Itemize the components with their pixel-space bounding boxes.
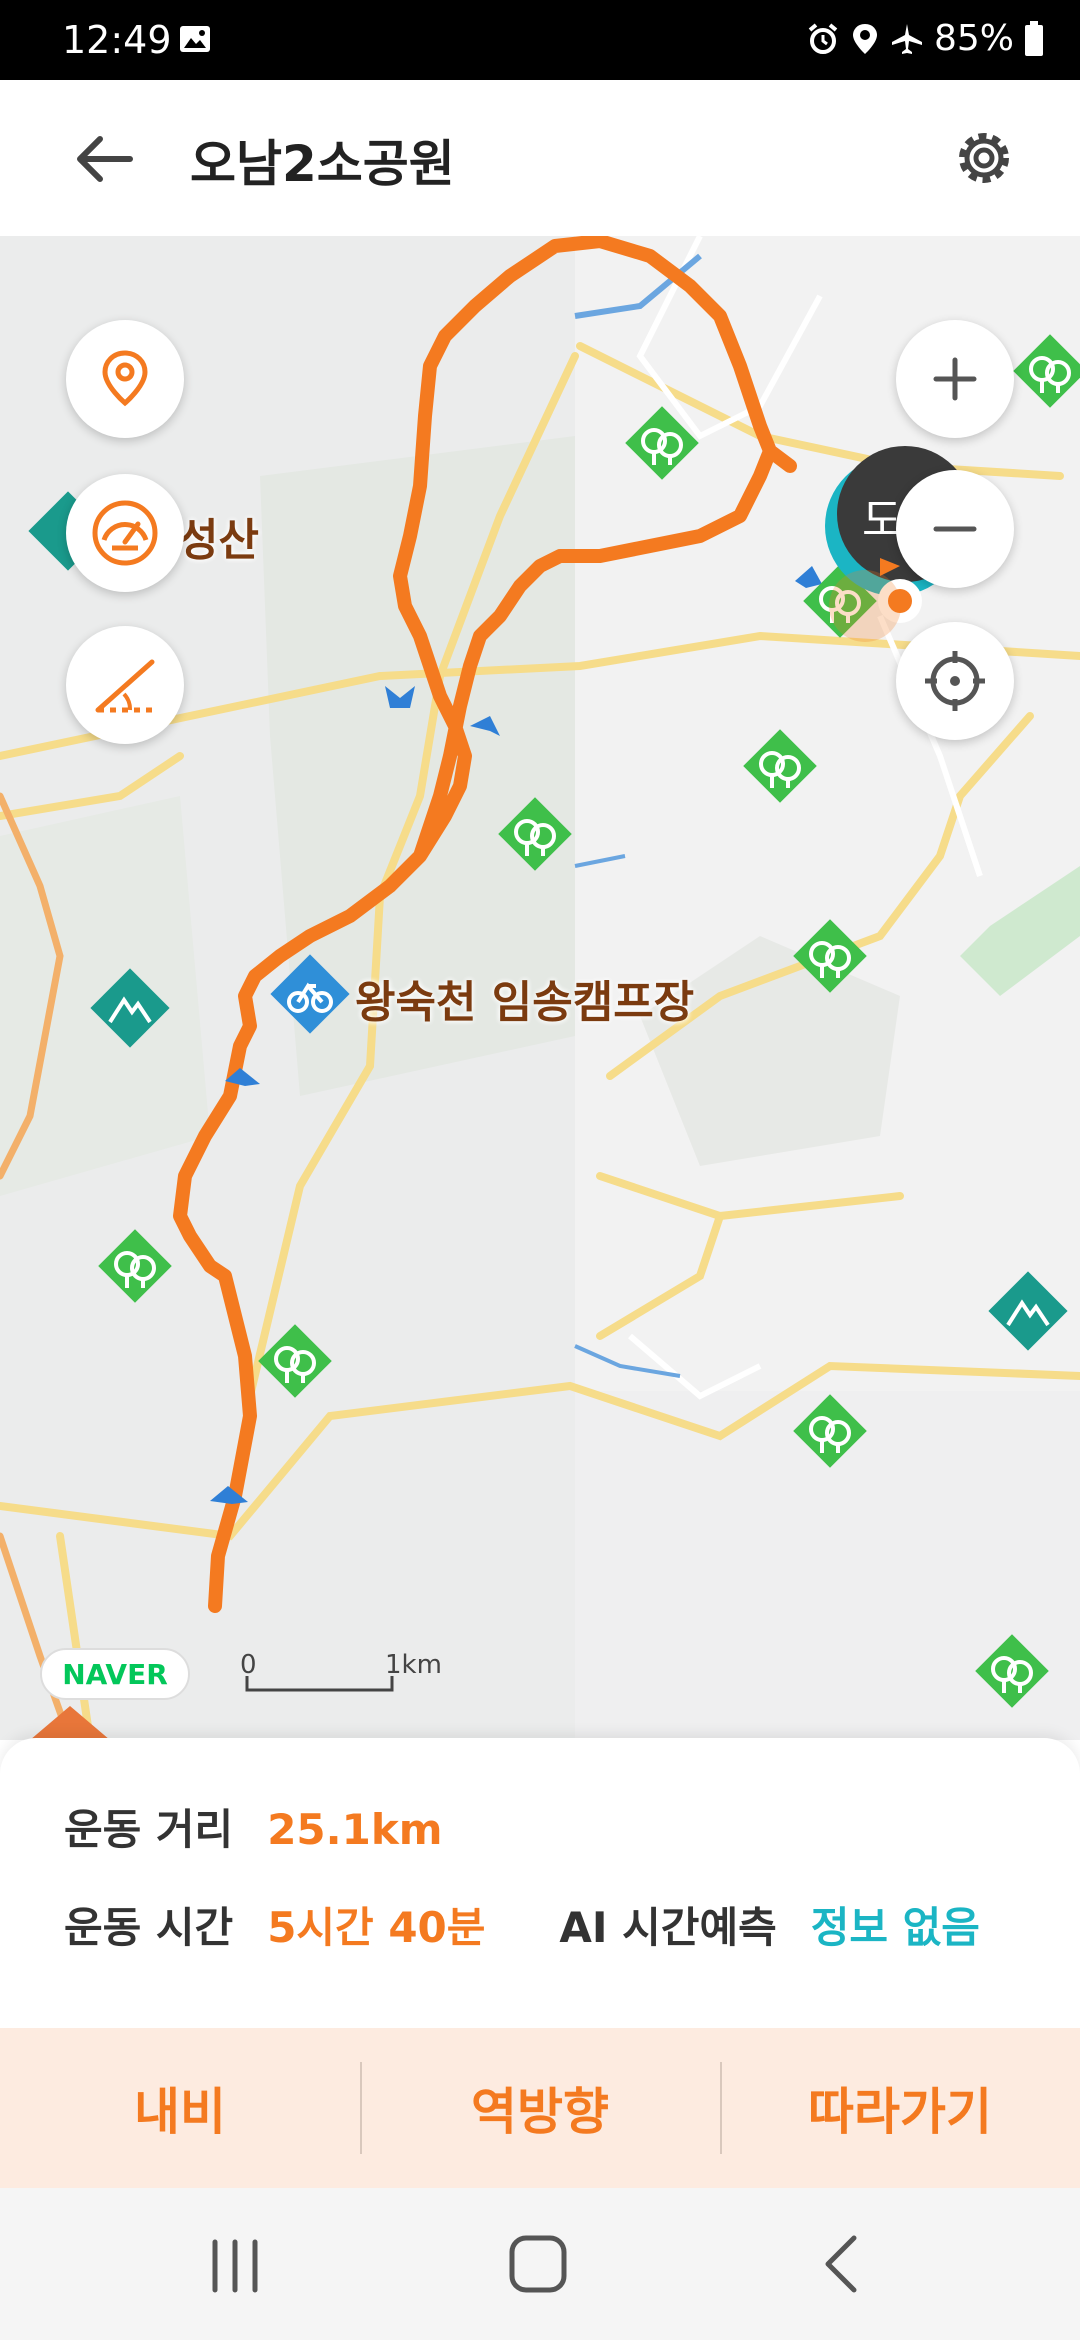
park-icon <box>793 1394 867 1468</box>
back-button[interactable] <box>70 124 140 194</box>
status-icons: 85% <box>806 18 1044 59</box>
navi-button[interactable]: 내비 <box>0 2028 360 2188</box>
distance-label: 운동 거리 <box>64 1805 234 1854</box>
reverse-button[interactable]: 역방향 <box>360 2028 720 2188</box>
location-icon <box>852 23 877 54</box>
time-label: 운동 시간 <box>64 1903 234 1952</box>
location-button[interactable] <box>66 320 184 438</box>
zoom-in-button[interactable] <box>896 320 1014 438</box>
home-icon <box>509 2235 567 2293</box>
naver-attribution: NAVER <box>40 1648 190 1700</box>
scale-unit: 1km <box>385 1650 442 1680</box>
slope-button[interactable] <box>66 626 184 744</box>
system-nav-bar <box>0 2188 1080 2340</box>
recent-apps-button[interactable] <box>205 2238 265 2294</box>
park-icon <box>975 1634 1049 1708</box>
image-icon <box>180 26 210 52</box>
alarm-icon <box>808 22 838 54</box>
ai-value: 정보 없음 <box>810 1903 980 1952</box>
time-row: 운동 시간 5시간 40분 AI 시간예측 정보 없음 <box>64 1894 980 1955</box>
battery-percent: 85% <box>933 18 1014 59</box>
settings-button[interactable] <box>948 122 1020 194</box>
header: 오남2소공원 <box>0 80 1080 236</box>
distance-value: 25.1km <box>267 1805 443 1854</box>
action-bar: 내비 역방향 따라가기 <box>0 2028 1080 2188</box>
home-button[interactable] <box>506 2232 570 2296</box>
distance-row: 운동 거리 25.1km <box>64 1796 443 1857</box>
ai-label: AI 시간예측 <box>559 1903 777 1952</box>
map-view[interactable]: 성산 왕숙천 임송캠프장 도 NAVER 0 1km <box>0 236 1080 1740</box>
status-time: 12:49 <box>62 18 172 62</box>
zoom-out-icon <box>933 526 977 532</box>
scale-zero: 0 <box>240 1650 257 1680</box>
time-value: 5시간 40분 <box>267 1903 486 1952</box>
status-bar: 12:49 85% <box>0 0 1080 80</box>
speedometer-icon <box>92 500 158 566</box>
airplane-icon <box>891 23 922 54</box>
slope-icon <box>95 659 155 713</box>
chevron-left-icon <box>825 2235 857 2293</box>
crosshair-icon <box>925 651 985 711</box>
map-label-seongsan: 성산 <box>178 515 259 566</box>
route-info-sheet: 운동 거리 25.1km 운동 시간 5시간 40분 AI 시간예측 정보 없음 <box>0 1738 1080 2028</box>
follow-button[interactable]: 따라가기 <box>720 2028 1080 2188</box>
battery-icon <box>1025 20 1043 56</box>
location-pin-icon <box>102 350 148 407</box>
zoom-out-button[interactable] <box>896 470 1014 588</box>
recent-apps-icon <box>212 2239 258 2293</box>
zoom-in-icon <box>933 357 977 401</box>
page-title: 오남2소공원 <box>190 135 455 193</box>
map-label-campsite[interactable]: 왕숙천 임송캠프장 <box>355 966 694 1030</box>
speed-button[interactable] <box>66 474 184 592</box>
gear-icon <box>959 133 1009 183</box>
back-nav-button[interactable] <box>820 2232 864 2296</box>
recenter-button[interactable] <box>896 622 1014 740</box>
